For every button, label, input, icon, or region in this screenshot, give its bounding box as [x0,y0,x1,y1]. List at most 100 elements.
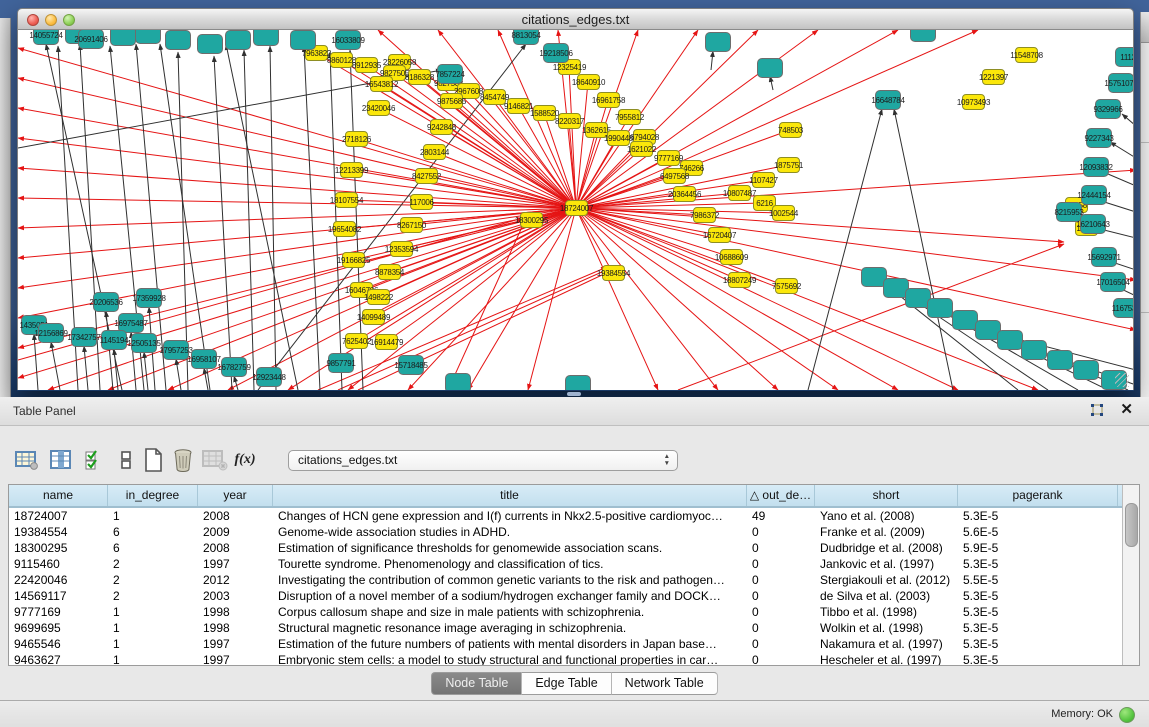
network-node-yellow[interactable]: 8427552 [415,168,438,184]
table-cell[interactable]: 1 [108,620,198,636]
network-node-teal[interactable]: 16210643 [1080,214,1106,234]
network-node-yellow[interactable]: 9242848 [430,119,453,135]
network-node-teal[interactable] [253,30,279,46]
network-node-yellow[interactable]: 7986372 [693,207,716,223]
scrollbar-thumb[interactable] [1125,503,1138,547]
window-resize-grip[interactable] [1115,373,1129,387]
network-node-yellow[interactable]: 1875751 [777,157,800,173]
network-node-yellow[interactable]: 12353594 [390,241,413,257]
table-cell[interactable]: Wolkin et al. (1998) [815,620,958,636]
table-cell[interactable]: 6 [108,524,198,540]
network-node-teal[interactable]: 19218506 [543,43,569,63]
network-node-teal[interactable]: 17342757 [71,327,97,347]
table-cell[interactable]: 19384554 [9,524,108,540]
table-cell[interactable]: 0 [747,556,815,572]
network-node-yellow[interactable]: 18107554 [335,192,358,208]
table-cell[interactable]: 2 [108,588,198,604]
network-node-yellow[interactable]: 18300295 [520,212,543,228]
table-cell[interactable]: 2012 [198,572,273,588]
table-cell[interactable]: Disruption of a novel member of a sodium… [273,588,747,604]
network-node-yellow[interactable]: 11548708 [1015,47,1038,63]
network-node-teal[interactable]: 1145194 [101,330,127,350]
network-node-teal[interactable]: 9857791 [328,353,354,373]
table-cell[interactable]: 0 [747,524,815,540]
network-node-teal[interactable] [927,298,953,318]
table-cell[interactable]: 1 [108,652,198,665]
network-node-teal[interactable]: 20206536 [93,292,119,312]
network-node-yellow[interactable]: 18640910 [577,74,600,90]
table-settings-icon[interactable] [14,447,40,473]
table-cell[interactable]: 2009 [198,524,273,540]
network-node-teal[interactable] [197,34,223,54]
network-node-teal[interactable]: 15751074 [1108,73,1134,93]
network-node-yellow[interactable]: 10973493 [962,94,985,110]
network-node-yellow[interactable]: 8267150 [400,217,423,233]
table-row[interactable]: 1938455462009Genome-wide association stu… [9,524,1123,540]
network-node-yellow[interactable]: 9875685 [440,93,463,109]
network-node-yellow[interactable]: 6497568 [663,168,686,184]
table-cell[interactable]: 1 [108,636,198,652]
network-node-teal[interactable]: 8813054 [513,30,539,45]
network-node-yellow[interactable]: 19654082 [333,221,356,237]
table-cell[interactable]: Tibbo et al. (1998) [815,604,958,620]
network-canvas[interactable]: 1872400779638228860128891293523226058982… [17,30,1134,390]
network-node-teal[interactable]: 15692971 [1091,247,1117,267]
new-table-icon[interactable] [140,447,166,473]
row-height-icon[interactable] [113,447,139,473]
table-cell[interactable]: 9777169 [9,604,108,620]
table-cell[interactable]: 1998 [198,604,273,620]
network-node-yellow[interactable]: 8220317 [558,113,581,129]
table-cell[interactable]: Embryonic stem cells: a model to study s… [273,652,747,665]
table-cell[interactable]: 0 [747,652,815,665]
network-node-yellow[interactable]: 10807487 [728,185,751,201]
network-node-yellow[interactable]: 8860128 [330,52,353,68]
table-cell[interactable]: de Silva et al. (2003) [815,588,958,604]
network-node-yellow[interactable]: 16961758 [597,92,620,108]
network-node-teal[interactable] [165,30,191,50]
table-row[interactable]: 946362711997Embryonic stem cells: a mode… [9,652,1123,665]
table-row[interactable]: 1830029562008Estimation of significance … [9,540,1123,556]
table-cell[interactable]: 49 [747,508,815,524]
table-cell[interactable]: 1998 [198,620,273,636]
network-node-teal[interactable]: 1167533 [1113,298,1134,318]
network-node-teal[interactable]: 12505135 [131,333,157,353]
vertical-scrollbar[interactable] [1122,485,1139,665]
table-cell[interactable]: 9463627 [9,652,108,665]
network-node-yellow[interactable]: 19166825 [342,252,365,268]
network-node-yellow[interactable]: 8878354 [378,264,401,280]
table-cell[interactable]: Corpus callosum shape and size in male p… [273,604,747,620]
table-cell[interactable]: 5.3E-5 [958,652,1118,665]
table-row[interactable]: 911546021997Tourette syndrome. Phenomeno… [9,556,1123,572]
network-node-teal[interactable] [290,30,316,50]
table-cell[interactable]: 22420046 [9,572,108,588]
network-node-yellow[interactable]: 7625402 [345,333,368,349]
table-cell[interactable]: Estimation of significance thresholds fo… [273,540,747,556]
table-cell[interactable]: 9699695 [9,620,108,636]
network-node-teal[interactable]: 7857224 [437,64,463,84]
network-node-teal[interactable]: 16958107 [191,349,217,369]
network-node-teal[interactable]: 9329966 [1095,99,1121,119]
network-node-teal[interactable]: 9227343 [1086,128,1112,148]
network-node-yellow[interactable]: 16914479 [375,334,398,350]
memory-status-indicator[interactable] [1119,707,1135,723]
table-cell[interactable]: 2008 [198,540,273,556]
table-cell[interactable]: 18300295 [9,540,108,556]
table-cell[interactable]: 5.3E-5 [958,604,1118,620]
network-node-yellow[interactable]: 8912935 [355,57,378,73]
network-node-teal[interactable]: 17957253 [163,340,189,360]
column-header[interactable]: title [273,485,747,506]
column-header[interactable]: name [9,485,108,506]
network-node-teal[interactable] [135,30,161,44]
network-window-titlebar[interactable]: citations_edges.txt [17,8,1134,30]
table-cell[interactable]: 0 [747,588,815,604]
network-node-yellow[interactable]: 1588520 [533,105,556,121]
table-cell[interactable]: 0 [747,604,815,620]
network-node-yellow[interactable]: 1221397 [982,69,1005,85]
network-node-teal[interactable] [910,30,936,42]
table-cell[interactable]: Changes of HCN gene expression and I(f) … [273,508,747,524]
network-node-yellow[interactable]: 8454749 [483,89,506,105]
network-node-yellow[interactable]: 18724007 [565,200,588,216]
float-panel-icon[interactable] [1088,403,1105,419]
network-node-teal[interactable]: 17359928 [136,288,162,308]
network-node-teal[interactable] [1047,350,1073,370]
